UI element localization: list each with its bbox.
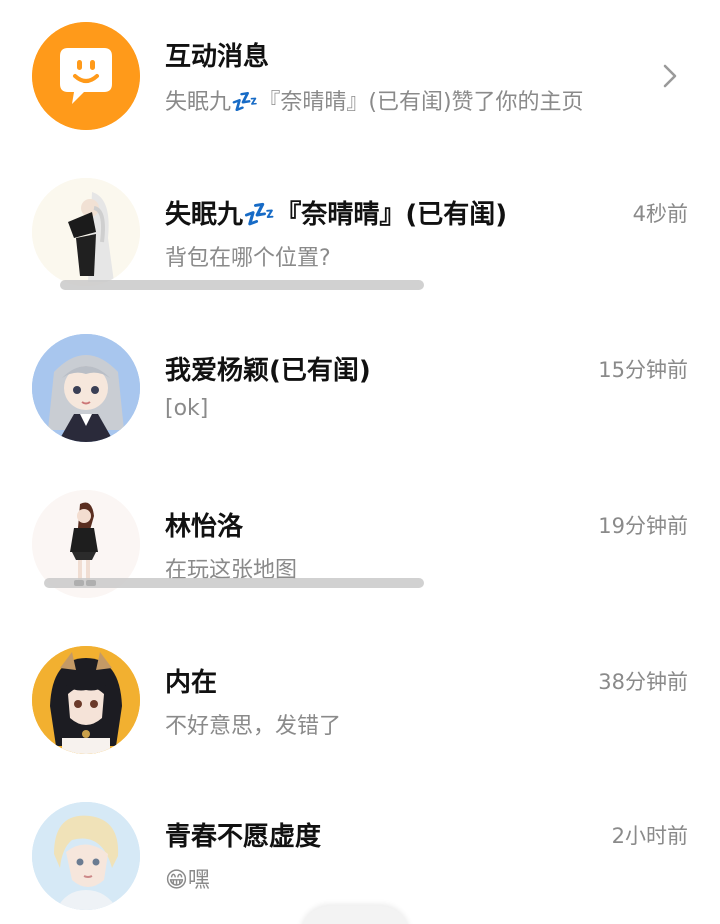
interactive-preview: 失眠九💤『奈晴晴』(已有闺)赞了你的主页	[165, 90, 584, 115]
chat-row[interactable]: 失眠九💤『奈晴晴』(已有闺) 背包在哪个位置? 4秒前	[0, 156, 720, 312]
chat-name: 失眠九💤『奈晴晴』(已有闺)	[165, 200, 508, 230]
avatar	[32, 646, 140, 754]
smiley-chat-icon	[32, 22, 140, 130]
chat-name: 我爱杨颖(已有闺)	[165, 356, 371, 386]
chevron-right-icon[interactable]	[656, 62, 684, 90]
interactive-title: 互动消息	[165, 42, 270, 72]
interactive-messages-row[interactable]: 互动消息 失眠九💤『奈晴晴』(已有闺)赞了你的主页	[0, 0, 720, 156]
chat-time: 2小时前	[611, 824, 688, 848]
chat-time: 19分钟前	[598, 514, 688, 538]
chat-row[interactable]: 内在 不好意思，发错了 38分钟前	[0, 624, 720, 780]
chat-last-message: 😁嘿	[165, 868, 210, 893]
avatar	[32, 802, 140, 910]
scribble-mark	[60, 280, 424, 290]
chat-last-message: 不好意思，发错了	[165, 714, 342, 739]
chat-time: 15分钟前	[598, 358, 688, 382]
scribble-mark	[44, 578, 424, 588]
chat-row[interactable]: 青春不愿虚度 😁嘿 2小时前	[0, 780, 720, 924]
chat-time: 38分钟前	[598, 670, 688, 694]
chat-last-message: [ok]	[165, 396, 209, 421]
chat-last-message: 背包在哪个位置?	[165, 246, 331, 271]
avatar	[32, 334, 140, 442]
chat-row[interactable]: 林怡洛 在玩这张地图 19分钟前	[0, 468, 720, 624]
chat-row[interactable]: 我爱杨颖(已有闺) [ok] 15分钟前	[0, 312, 720, 468]
chat-name: 林怡洛	[165, 512, 244, 542]
message-list: 互动消息 失眠九💤『奈晴晴』(已有闺)赞了你的主页 失眠九💤『奈晴晴』(已有闺)…	[0, 0, 720, 924]
chat-name: 内在	[165, 668, 218, 698]
floating-button[interactable]	[300, 906, 410, 924]
avatar	[32, 178, 140, 286]
chat-time: 4秒前	[632, 202, 688, 226]
chat-name: 青春不愿虚度	[165, 822, 322, 852]
